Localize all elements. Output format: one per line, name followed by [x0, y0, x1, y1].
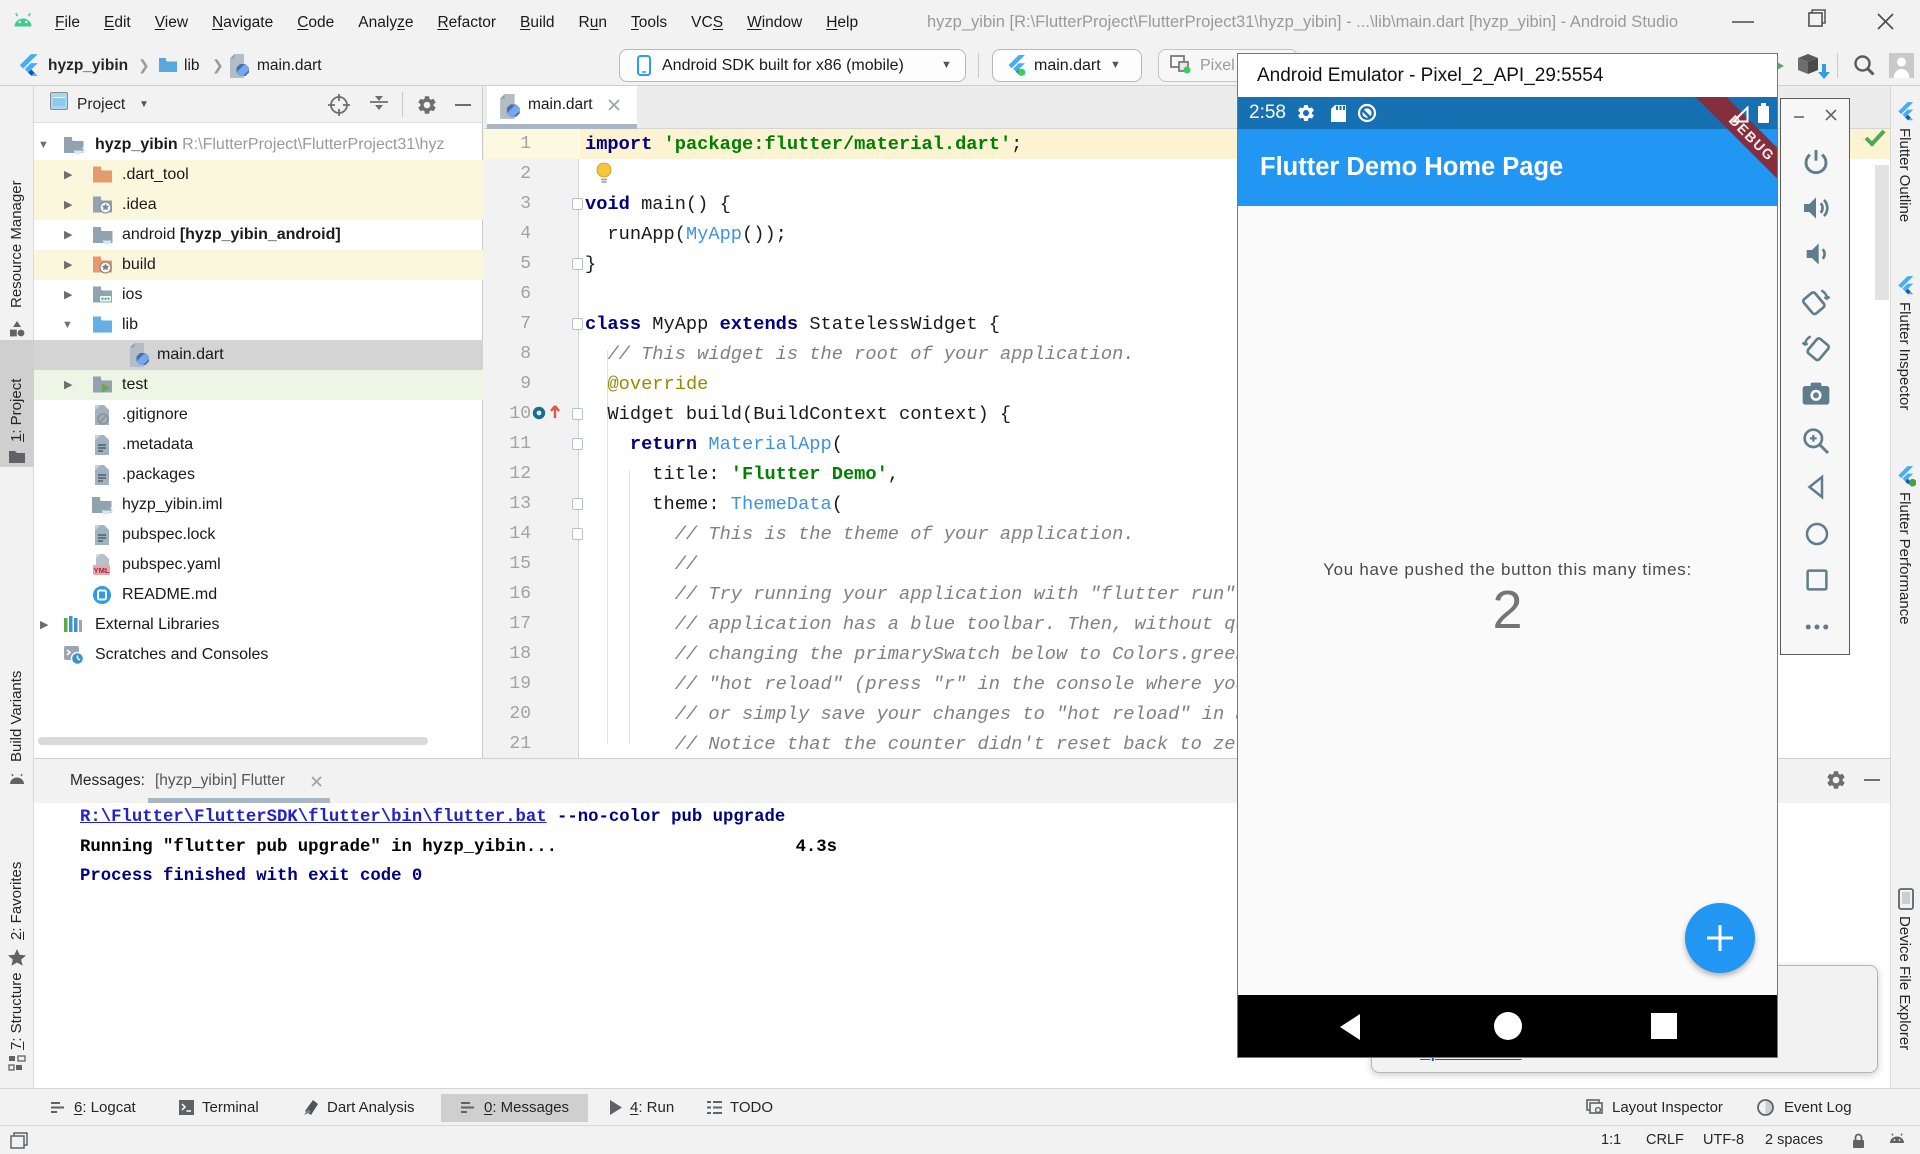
svg-text:YML: YML [94, 566, 110, 575]
